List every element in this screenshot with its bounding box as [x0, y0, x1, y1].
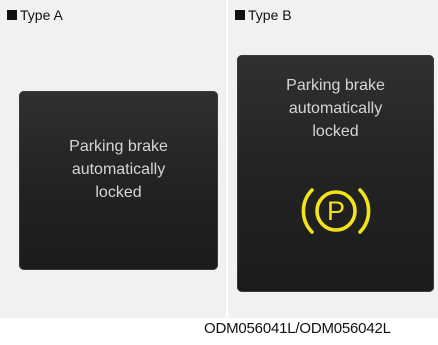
warning-message: Parking brake automatically locked: [19, 135, 218, 204]
parking-brake-icon: P: [301, 188, 370, 234]
warning-message: Parking brake automatically locked: [237, 74, 434, 143]
parking-brake-letter: P: [326, 196, 344, 226]
message-line-3: locked: [312, 123, 359, 140]
square-bullet-icon: [235, 10, 245, 20]
message-line-2: automatically: [288, 100, 383, 117]
type-b-panel: Type B Parking brake automatically locke…: [228, 0, 438, 318]
type-a-label-text: Type A: [20, 7, 63, 23]
message-line-3: locked: [95, 184, 142, 201]
message-line-1: Parking brake: [286, 77, 385, 94]
type-b-label: Type B: [235, 7, 292, 23]
type-a-panel: Type A Parking brake automatically locke…: [0, 0, 226, 318]
type-a-label: Type A: [7, 7, 63, 23]
message-line-1: Parking brake: [69, 138, 168, 155]
figure-caption: ODM056041L/ODM056042L: [204, 320, 391, 337]
square-bullet-icon: [7, 10, 17, 20]
type-b-label-text: Type B: [248, 7, 292, 23]
message-line-2: automatically: [71, 161, 166, 178]
cluster-display-type-b: Parking brake automatically locked P: [237, 55, 434, 292]
cluster-display-type-a: Parking brake automatically locked: [19, 91, 218, 270]
